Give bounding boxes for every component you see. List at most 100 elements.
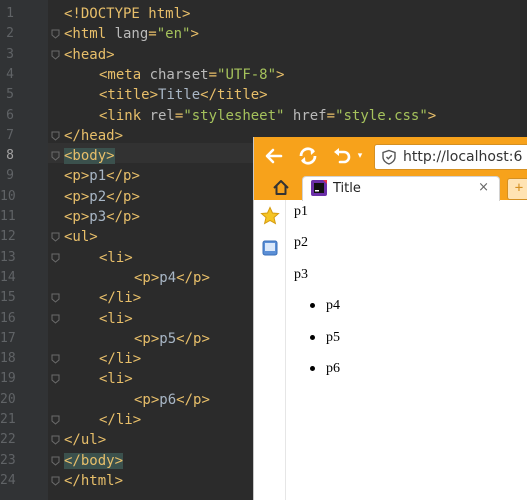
line-number: 22 [0,432,16,448]
line-number: 9 [6,168,14,184]
shield-icon [381,149,397,165]
code-line: <p>p4</p> [134,268,210,288]
code-line: <meta charset="UTF-8"> [99,65,284,85]
fold-marker-icon[interactable] [51,29,60,39]
code-line: </li> [99,349,141,369]
tab-bar: Title × + [254,175,527,201]
code-token: <title> [99,87,159,104]
line-number: 7 [6,127,14,143]
home-icon[interactable] [270,177,292,199]
fold-marker-icon[interactable] [51,151,60,161]
fold-marker-icon[interactable] [51,456,60,466]
code-token: p5 [159,330,177,347]
navigation-bar: ▾ http://localhost:6 [254,137,527,175]
fold-marker-icon[interactable] [51,253,60,263]
line-number: 8 [6,148,14,164]
code-token: charset [149,66,209,83]
fold-marker-icon[interactable] [51,232,60,242]
paragraph: p3 [294,267,308,282]
bullet [310,366,315,371]
line-number: 19 [0,371,16,387]
code-line: <!DOCTYPE html> [64,4,190,24]
fold-marker-icon[interactable] [51,50,60,60]
line-number: 15 [0,290,16,306]
code-line: <head> [64,45,115,65]
line-number: 13 [0,249,16,265]
code-token: lang [114,26,149,43]
paragraph: p2 [294,235,308,250]
code-token: <p> [134,330,160,347]
fold-marker-icon[interactable] [51,415,60,425]
code-token: > [427,107,437,124]
code-line: </ul> [64,430,106,450]
code-token: <!DOCTYPE html> [64,6,191,22]
code-token: <link [99,107,150,124]
line-number: 17 [0,330,16,346]
address-bar[interactable]: http://localhost:6 [374,144,527,170]
code-token: </head> [64,127,124,144]
line-number: 3 [6,46,14,62]
code-token: <html [64,26,115,43]
fold-marker-icon[interactable] [51,293,60,303]
favicon-icon [311,180,327,200]
code-line: </body> [64,451,124,471]
code-line: </li> [99,288,141,308]
line-number: 18 [0,351,16,367]
code-token: <p> [64,188,90,205]
code-token: </p> [106,168,140,185]
fold-marker-icon[interactable] [51,435,60,445]
code-token: </html> [64,472,124,489]
star-icon[interactable] [260,206,280,230]
code-token: <p> [134,391,160,408]
screen-icon[interactable] [262,240,278,260]
tab-title[interactable]: Title × [302,176,500,201]
bullet [310,303,315,308]
new-tab-button[interactable]: + [507,178,527,200]
code-token: </li> [99,351,142,368]
code-line: <ul> [64,227,98,247]
line-number: 23 [0,452,16,468]
browser-window: ▾ http://localhost:6 Title × + p1 p2 p3 … [253,137,527,500]
fold-marker-icon[interactable] [51,131,60,141]
fold-marker-icon[interactable] [51,314,60,324]
code-line: <p>p2</p> [64,187,140,207]
line-number: 1 [6,6,14,21]
code-token: </body> [64,452,124,469]
code-token: "style.css" [335,107,428,124]
list-item: p6 [310,361,340,377]
code-token: </ul> [64,432,107,449]
bullet [310,335,315,340]
undo-dropdown-icon[interactable]: ▾ [354,144,366,168]
line-number: 10 [0,188,16,204]
code-token: </p> [176,391,210,408]
code-line: <html lang="en"> [64,24,199,44]
line-number: 11 [0,209,16,224]
code-token: <ul> [64,229,98,246]
code-line: <title>Title</title> [99,85,268,105]
undo-icon[interactable] [330,144,354,168]
tab-title-label: Title [333,181,361,196]
code-token: </p> [176,269,210,286]
code-token: rel [149,107,175,124]
reload-icon[interactable] [296,144,320,168]
code-token: <body> [64,148,115,165]
code-line: </li> [99,410,141,430]
code-token: > [276,66,285,83]
code-token: <li> [99,310,133,327]
code-line: <link rel="stylesheet" href="style.css"> [99,106,436,126]
code-token: "stylesheet" [183,107,285,124]
code-token: p1 [89,168,107,185]
line-number: 16 [0,310,16,326]
fold-marker-icon[interactable] [51,374,60,385]
line-number: 14 [0,269,16,285]
fold-marker-icon[interactable] [51,476,60,486]
code-token: href [284,107,327,124]
back-arrow-icon[interactable] [262,144,286,168]
line-number: 5 [6,87,14,103]
code-token: <li> [99,371,133,388]
code-line: </html> [64,471,123,491]
tab-close-button[interactable]: × [478,180,489,195]
code-line: <li> [99,369,133,389]
fold-marker-icon[interactable] [51,354,60,364]
code-line: <p>p6</p> [134,390,210,410]
